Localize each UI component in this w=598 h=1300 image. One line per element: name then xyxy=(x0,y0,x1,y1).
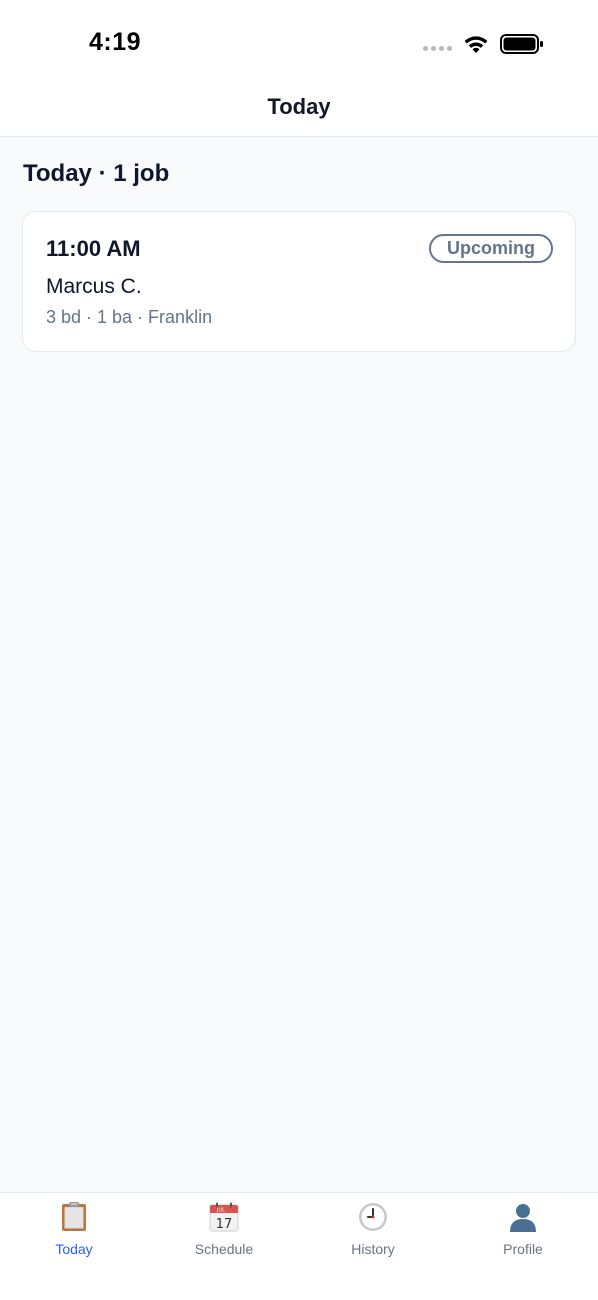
calendar-day: 17 xyxy=(216,1217,233,1232)
job-details: 3 bd · 1 ba · Franklin xyxy=(46,307,213,327)
tab-today[interactable]: Today xyxy=(14,1201,134,1271)
wifi-icon xyxy=(464,36,488,53)
tab-label: Profile xyxy=(503,1241,543,1257)
battery-icon xyxy=(500,34,543,54)
job-card[interactable]: 11:00 AM Upcoming Marcus C. 3 bd · 1 ba … xyxy=(22,211,576,352)
section-heading: Today · 1 job xyxy=(23,160,170,187)
person-icon xyxy=(510,1204,536,1232)
status-bar: 4:19 xyxy=(0,0,598,80)
job-time: 11:00 AM xyxy=(46,236,141,261)
tab-schedule[interactable]: JUL 17 Schedule xyxy=(164,1201,284,1271)
status-time: 4:19 xyxy=(89,28,142,56)
cellular-signal-icon xyxy=(423,45,452,51)
tab-bar: Today JUL 17 Schedule History Profile xyxy=(0,1192,598,1300)
clipboard-icon xyxy=(62,1202,86,1231)
page-title: Today xyxy=(267,94,331,119)
tab-label: History xyxy=(351,1241,395,1257)
navigation-bar: Today xyxy=(0,80,598,137)
calendar-icon: JUL 17 xyxy=(209,1202,239,1232)
status-indicators xyxy=(423,32,544,56)
clock-icon xyxy=(359,1203,387,1231)
job-client-name: Marcus C. xyxy=(46,275,142,298)
status-badge: Upcoming xyxy=(429,234,553,263)
calendar-month: JUL xyxy=(216,1208,225,1214)
tab-history[interactable]: History xyxy=(313,1201,433,1271)
tab-label: Schedule xyxy=(194,1241,254,1257)
tab-profile[interactable]: Profile xyxy=(463,1201,583,1271)
tab-label: Today xyxy=(55,1241,93,1257)
screen: 4:19 Today Today · 1 job 11:00 AM Upcomi… xyxy=(0,0,598,1300)
